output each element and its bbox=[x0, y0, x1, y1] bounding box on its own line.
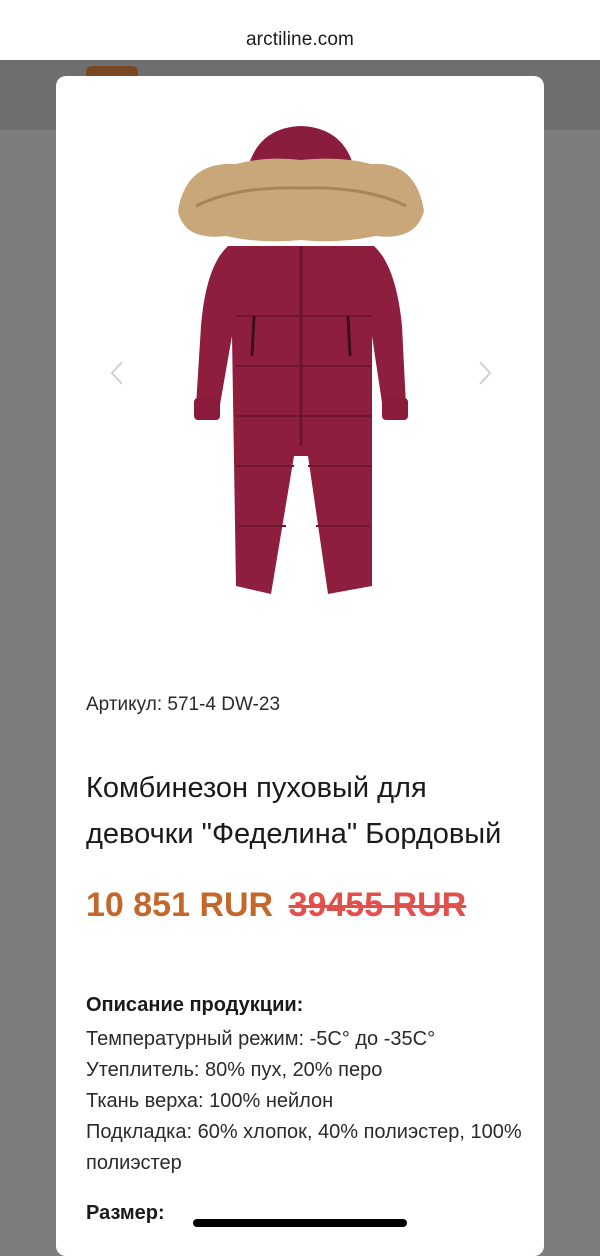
description-list: Температурный режим: -5С° до -35С° Утепл… bbox=[86, 1024, 526, 1179]
product-image[interactable] bbox=[176, 116, 426, 636]
product-sku: Артикул: 571-4 DW-23 bbox=[86, 694, 280, 716]
price-old: 39455 RUR bbox=[288, 886, 467, 924]
price-current: 10 851 RUR bbox=[86, 886, 274, 924]
description-line: Подкладка: 60% хлопок, 40% полиэстер, 10… bbox=[86, 1121, 522, 1174]
chevron-left-icon[interactable] bbox=[106, 358, 128, 388]
description-heading: Описание продукции: bbox=[86, 994, 304, 1016]
price-row: 10 851 RUR 39455 RUR bbox=[86, 886, 466, 925]
description-line: Ткань верха: 100% нейлон bbox=[86, 1090, 334, 1112]
description-line: Утеплитель: 80% пух, 20% перо bbox=[86, 1059, 383, 1081]
size-label: Размер: bbox=[86, 1202, 165, 1224]
chevron-right-icon[interactable] bbox=[474, 358, 496, 388]
description-line: Температурный режим: -5С° до -35С° bbox=[86, 1028, 436, 1050]
sku-label: Артикул: bbox=[86, 694, 163, 715]
home-indicator[interactable] bbox=[193, 1219, 407, 1227]
sku-value: 571-4 DW-23 bbox=[167, 694, 281, 715]
product-modal: Артикул: 571-4 DW-23 Комбинезон пуховый … bbox=[56, 76, 544, 1256]
url-text: arctiline.com bbox=[246, 29, 354, 50]
product-title: Комбинезон пуховый для девочки "Феделина… bbox=[86, 772, 502, 851]
browser-address-bar[interactable]: arctiline.com bbox=[0, 0, 600, 60]
